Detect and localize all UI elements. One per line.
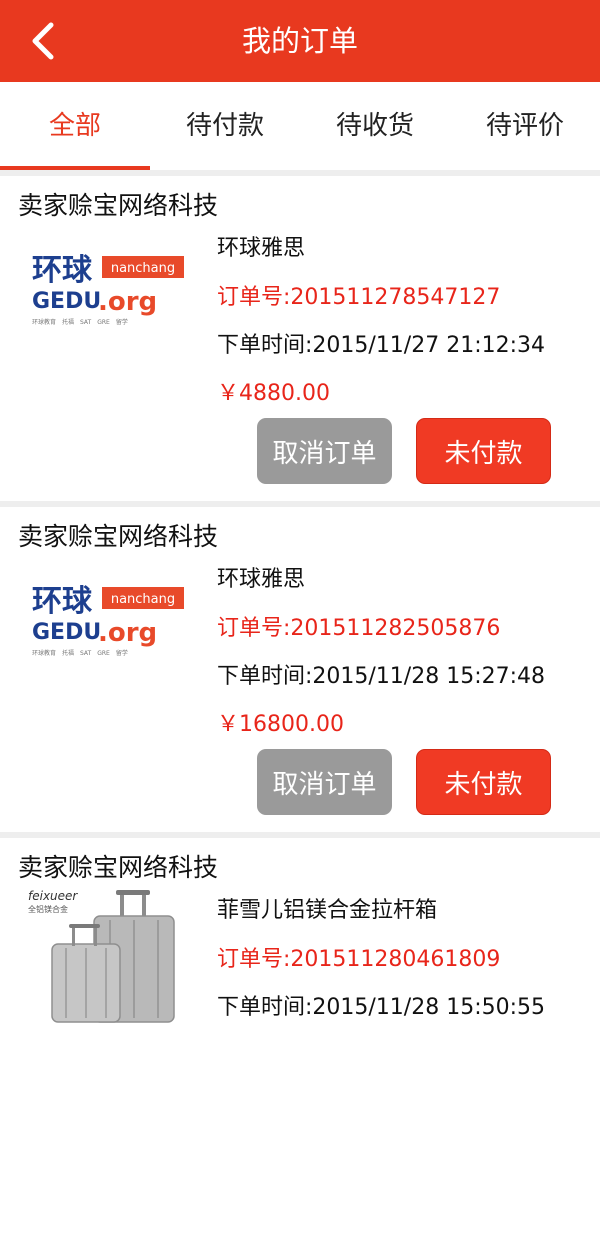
seller-name: 卖家赊宝网络科技 xyxy=(18,522,219,551)
svg-text:feixueer: feixueer xyxy=(28,889,78,903)
back-button[interactable] xyxy=(20,19,64,63)
product-name[interactable]: 环球雅思 xyxy=(217,230,305,262)
product-image[interactable]: feixueer 全铝镁合金 xyxy=(24,886,194,1026)
svg-text:GEDU: GEDU xyxy=(32,620,101,645)
chevron-left-icon xyxy=(32,22,54,60)
order-number: 订单号:201511278547127 xyxy=(217,285,501,310)
tab-pending-review[interactable]: 待评价 xyxy=(450,82,600,170)
page-title: 我的订单 xyxy=(241,24,358,58)
product-name[interactable]: 环球雅思 xyxy=(217,561,305,593)
order-number: 订单号:201511280461809 xyxy=(217,947,501,972)
svg-text:环球: 环球 xyxy=(32,584,93,619)
order-price: ￥16800.00 xyxy=(217,712,344,737)
seller-name: 卖家赊宝网络科技 xyxy=(18,853,219,882)
order-time: 下单时间:2015/11/28 15:50:55 xyxy=(217,995,546,1020)
gedu-logo: 环球 nanchang GEDU .org 环球教育 托福 SAT GRE 留学 xyxy=(32,253,184,326)
order-tabs: 全部 待付款 待收货 待评价 xyxy=(0,82,600,170)
order-price: ￥4880.00 xyxy=(217,381,330,406)
svg-text:GEDU: GEDU xyxy=(32,289,101,314)
unpaid-button[interactable]: 未付款 xyxy=(416,749,551,815)
order-time: 下单时间:2015/11/28 15:27:48 xyxy=(217,664,546,689)
cancel-order-button[interactable]: 取消订单 xyxy=(257,749,392,815)
svg-text:全铝镁合金: 全铝镁合金 xyxy=(28,904,68,914)
product-image[interactable]: 环球 nanchang GEDU .org 环球教育 托福 SAT GRE 留学 xyxy=(26,238,188,338)
order-card: 卖家赊宝网络科技 feixueer 全铝镁合金 菲雪儿铝镁合金拉杆箱 订单号:2… xyxy=(0,838,600,1238)
svg-text:环球: 环球 xyxy=(32,253,93,288)
tab-pending-payment[interactable]: 待付款 xyxy=(150,82,300,170)
app-header: 我的订单 xyxy=(0,0,600,82)
svg-text:.org: .org xyxy=(98,618,157,648)
order-time: 下单时间:2015/11/27 21:12:34 xyxy=(217,333,546,358)
seller-name: 卖家赊宝网络科技 xyxy=(18,191,219,220)
order-card: 卖家赊宝网络科技 环球 nanchang GEDU .org 环球教育 托福 S… xyxy=(0,176,600,501)
cancel-order-button[interactable]: 取消订单 xyxy=(257,418,392,484)
svg-text:nanchang: nanchang xyxy=(111,592,175,607)
unpaid-button[interactable]: 未付款 xyxy=(416,418,551,484)
tab-all[interactable]: 全部 xyxy=(0,82,150,170)
product-image[interactable]: 环球 nanchang GEDU .org 环球教育 托福 SAT GRE 留学 xyxy=(26,569,188,669)
order-list: 卖家赊宝网络科技 环球 nanchang GEDU .org 环球教育 托福 S… xyxy=(0,170,600,1238)
svg-text:环球教育 托福 SAT GRE 留学: 环球教育 托福 SAT GRE 留学 xyxy=(32,649,128,657)
svg-text:环球教育 托福 SAT GRE 留学: 环球教育 托福 SAT GRE 留学 xyxy=(32,318,128,326)
product-name[interactable]: 菲雪儿铝镁合金拉杆箱 xyxy=(217,892,437,924)
order-number: 订单号:201511282505876 xyxy=(217,616,501,641)
svg-text:.org: .org xyxy=(98,287,157,317)
suitcase-image: feixueer 全铝镁合金 xyxy=(28,889,175,1023)
svg-text:nanchang: nanchang xyxy=(111,261,175,276)
gedu-logo: 环球 nanchang GEDU .org 环球教育 托福 SAT GRE 留学 xyxy=(32,584,184,657)
order-card: 卖家赊宝网络科技 环球 nanchang GEDU .org 环球教育 托福 S… xyxy=(0,507,600,832)
tab-pending-receipt[interactable]: 待收货 xyxy=(300,82,450,170)
